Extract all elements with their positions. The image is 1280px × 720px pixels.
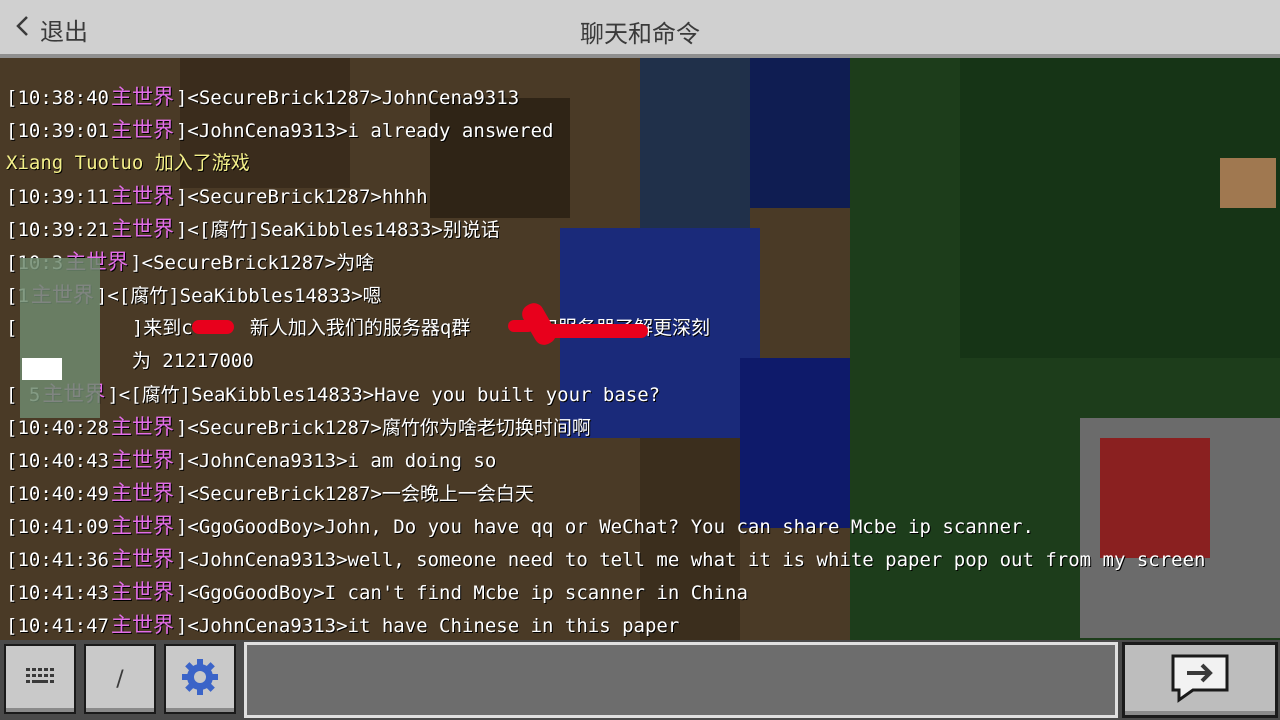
chat-message: 为 21217000 (6, 345, 1276, 378)
gear-icon (180, 657, 220, 701)
message-sender: ]<SecureBrick1287> (175, 87, 382, 109)
message-timestamp: [10:41:36 (6, 549, 109, 571)
message-sender: ]<SecureBrick1287> (175, 417, 382, 439)
chat-message: [10:39:11主世界]<SecureBrick1287>hhhh (6, 180, 1276, 213)
message-sender: ]<GgoGoodBoy> (175, 582, 325, 604)
message-sender: ]<JohnCena9313> (175, 120, 348, 142)
world-tag: 主世界 (110, 481, 174, 505)
message-sender: ]<[腐竹]SeaKibbles14833> (107, 384, 375, 406)
world-tag: 主世界 (110, 184, 174, 208)
page-title: 聊天和命令 (580, 20, 700, 48)
message-sender: ]<SecureBrick1287> (175, 186, 382, 208)
chat-message: [10:41:43主世界]<GgoGoodBoy>I can't find Mc… (6, 576, 1276, 609)
message-sender: ]<[腐竹]SeaKibbles14833> (175, 219, 443, 241)
chat-message: [10:41:36主世界]<JohnCena9313>well, someone… (6, 543, 1276, 576)
message-timestamp: [10:41:43 (6, 582, 109, 604)
keyboard-button[interactable] (4, 644, 76, 714)
world-tag: 主世界 (110, 547, 174, 571)
world-tag: 主世界 (110, 514, 174, 538)
message-timestamp: [10:40:28 (6, 417, 109, 439)
chat-message: [1主世界]<[腐竹]SeaKibbles14833>嗯 (6, 279, 1276, 312)
message-text: 一会晚上一会白天 (381, 483, 534, 505)
chat-message: [10:41:09主世界]<GgoGoodBoy>John, Do you ha… (6, 510, 1276, 543)
message-sender: ]<SecureBrick1287> (130, 252, 337, 274)
chat-message: [10:3主世界]<SecureBrick1287>为啥 (6, 246, 1276, 279)
message-text: 嗯 (362, 285, 382, 307)
message-text: Have you built your base? (374, 384, 661, 406)
message-text: hhhh (381, 186, 428, 208)
message-text: 为啥 (336, 252, 375, 274)
world-tag: 主世界 (110, 415, 174, 439)
message-sender: ]<SecureBrick1287> (175, 483, 382, 505)
slash-label: / (116, 666, 124, 692)
message-sender: ]<JohnCena9313> (175, 450, 348, 472)
chat-message: [10:40:43主世界]<JohnCena9313>i am doing so (6, 444, 1276, 477)
message-text: JohnCena9313 (381, 87, 520, 109)
world-tag: 主世界 (110, 217, 174, 241)
settings-button[interactable] (164, 644, 236, 714)
message-timestamp: [10:40:49 (6, 483, 109, 505)
message-text: i already answered (347, 120, 554, 142)
world-tag: 主世界 (110, 580, 174, 604)
message-timestamp: [10:41:47 (6, 615, 109, 637)
red-scribble (192, 320, 234, 334)
pixelated-redaction (20, 258, 100, 418)
chat-message: [10:40:28主世界]<SecureBrick1287>腐竹你为啥老切换时间… (6, 411, 1276, 444)
message-timestamp: [10:39:01 (6, 120, 109, 142)
chat-input[interactable] (244, 642, 1118, 718)
message-text: I can't find Mcbe ip scanner in China (324, 582, 748, 604)
message-timestamp: [10:39:21 (6, 219, 109, 241)
chat-message: [10:39:01主世界]<JohnCena9313>i already ans… (6, 114, 1276, 147)
chat-message: [10:38:40主世界]<SecureBrick1287>JohnCena93… (6, 81, 1276, 114)
message-sender: ]<JohnCena9313> (175, 615, 348, 637)
message-timestamp: [10:38:40 (6, 87, 109, 109)
chat-message: [10:41:47主世界]<JohnCena9313>it have Chine… (6, 609, 1276, 640)
message-timestamp: [10:41:09 (6, 516, 109, 538)
pixelated-redaction-patch (22, 358, 62, 380)
chat-message: [ 5主世界]<[腐竹]SeaKibbles14833>Have you bui… (6, 378, 1276, 411)
world-tag: 主世界 (110, 85, 174, 109)
keyboard-icon (25, 666, 55, 692)
header-bar: 退出 聊天和命令 (0, 0, 1280, 58)
world-tag: 主世界 (110, 613, 174, 637)
message-timestamp: [10:39:11 (6, 186, 109, 208)
chat-line-clipped (6, 58, 1276, 81)
message-text: 腐竹你为啥老切换时间啊 (381, 417, 591, 439)
message-text: 别说话 (442, 219, 500, 241)
world-tag: 主世界 (110, 448, 174, 472)
chat-message: [10:40:49主世界]<SecureBrick1287>一会晚上一会白天 (6, 477, 1276, 510)
send-button[interactable] (1122, 642, 1278, 718)
message-text: well, someone need to tell me what it is… (347, 549, 1206, 571)
message-text: i am doing so (347, 450, 497, 472)
message-timestamp: [10:40:43 (6, 450, 109, 472)
message-text: Xiang Tuotuo 加入了游戏 (6, 152, 250, 174)
message-sender: ]<GgoGoodBoy> (175, 516, 325, 538)
system-message: Xiang Tuotuo 加入了游戏 (6, 147, 1276, 180)
world-tag: 主世界 (110, 118, 174, 142)
chat-toolbar: / (0, 640, 1280, 720)
message-sender: ]<JohnCena9313> (175, 549, 348, 571)
message-text: it have Chinese in this paper (347, 615, 680, 637)
slash-command-button[interactable]: / (84, 644, 156, 714)
send-arrow-icon (1169, 652, 1231, 708)
red-scribble (540, 324, 648, 338)
chat-message: [10:39:21主世界]<[腐竹]SeaKibbles14833>别说话 (6, 213, 1276, 246)
chat-log[interactable]: [10:38:40主世界]<SecureBrick1287>JohnCena93… (0, 58, 1280, 640)
message-sender: ]<[腐竹]SeaKibbles14833> (95, 285, 363, 307)
message-text: John, Do you have qq or WeChat? You can … (324, 516, 1034, 538)
